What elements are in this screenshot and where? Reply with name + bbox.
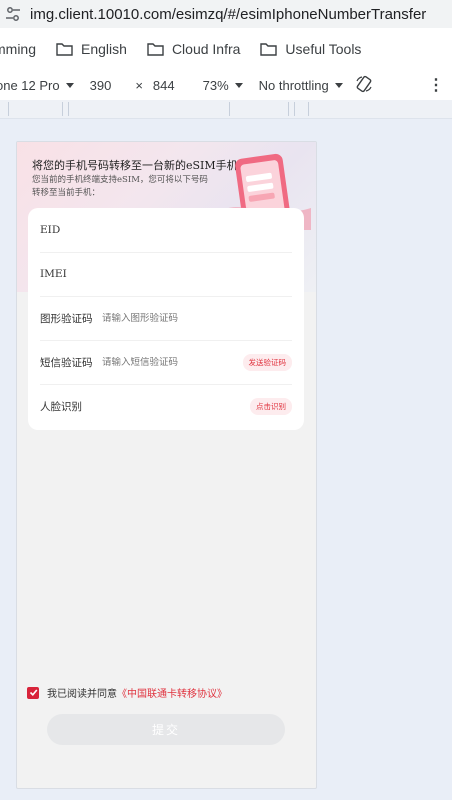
page-subtitle: 您当前的手机终端支持eSIM，您可将以下号码转移至当前手机： bbox=[32, 175, 208, 198]
folder-icon bbox=[260, 43, 278, 56]
send-code-button[interactable]: 发送验证码 bbox=[242, 353, 292, 371]
chevron-down-icon bbox=[334, 82, 343, 88]
face-row: 人脸识别 点击识别 bbox=[40, 384, 292, 428]
width-field[interactable]: 390 bbox=[90, 78, 112, 93]
zoom-select[interactable]: 73% bbox=[203, 78, 243, 93]
chevron-down-icon bbox=[234, 82, 243, 88]
submit-button[interactable]: 提交 bbox=[47, 714, 285, 745]
bookmark-english[interactable]: English bbox=[56, 41, 127, 57]
device-toolbar: one 12 Pro 390 × 844 73% No throttling ⋮ bbox=[0, 70, 452, 101]
check-icon bbox=[29, 689, 37, 696]
sms-code-input[interactable] bbox=[102, 356, 243, 368]
folder-icon bbox=[147, 43, 164, 56]
address-bar[interactable]: img.client.10010.com/esimzq/#/esimIphone… bbox=[0, 0, 452, 28]
height-field[interactable]: 844 bbox=[153, 78, 175, 93]
times-icon: × bbox=[135, 77, 143, 93]
captcha-row: 图形验证码 bbox=[40, 296, 292, 341]
face-recognition-button[interactable]: 点击识别 bbox=[250, 397, 292, 415]
site-settings-icon[interactable] bbox=[4, 5, 22, 23]
imei-row: IMEI bbox=[40, 252, 292, 297]
bookmark-label: Useful Tools bbox=[285, 41, 362, 57]
bookmark-label: Cloud Infra bbox=[171, 41, 241, 57]
face-label: 人脸识别 bbox=[40, 400, 82, 413]
imei-label: IMEI bbox=[40, 268, 67, 280]
throttle-select[interactable]: No throttling bbox=[259, 78, 343, 93]
bookmark-useful-tools[interactable]: Useful Tools bbox=[260, 41, 361, 57]
transfer-form-card: EID IMEI 图形验证码 短信验证码 发送验证码 人脸识别 点击识别 bbox=[28, 208, 304, 430]
url-text[interactable]: img.client.10010.com/esimzq/#/esimIphone… bbox=[30, 6, 426, 23]
page-title: 将您的手机号码转移至一台新的eSIM手机 bbox=[32, 159, 238, 172]
agreement-checkbox[interactable] bbox=[27, 686, 39, 699]
chevron-down-icon bbox=[65, 82, 74, 88]
media-query-ruler bbox=[0, 100, 452, 119]
agreement-text: 我已阅读并同意 bbox=[47, 689, 117, 700]
rotate-icon[interactable] bbox=[355, 75, 373, 96]
sms-row: 短信验证码 发送验证码 bbox=[40, 340, 292, 385]
agreement-link[interactable]: 《中国联通卡转移协议》 bbox=[117, 685, 227, 700]
bookmark-mming[interactable]: mming bbox=[0, 41, 36, 57]
bookmarks-bar: mming English Cloud Infra Useful Tools bbox=[0, 28, 452, 71]
throttle-value: No throttling bbox=[258, 77, 329, 93]
captcha-input[interactable] bbox=[102, 312, 292, 324]
emulated-viewport: 将您的手机号码转移至一台新的eSIM手机 您当前的手机终端支持eSIM，您可将以… bbox=[16, 141, 317, 789]
device-select[interactable]: one 12 Pro bbox=[0, 78, 74, 93]
bookmark-cloud-infra[interactable]: Cloud Infra bbox=[147, 41, 240, 57]
agreement: 我已阅读并同意 《中国联通卡转移协议》 bbox=[27, 685, 227, 700]
folder-icon bbox=[56, 43, 73, 56]
eid-row: EID bbox=[40, 208, 292, 253]
more-options-icon[interactable]: ⋮ bbox=[428, 75, 444, 95]
zoom-value: 73% bbox=[202, 77, 229, 93]
bookmark-label: English bbox=[81, 41, 127, 57]
captcha-label: 图形验证码 bbox=[40, 312, 93, 325]
bookmark-label: mming bbox=[0, 41, 37, 57]
eid-label: EID bbox=[40, 224, 61, 236]
sms-label: 短信验证码 bbox=[40, 356, 93, 369]
device-name: one 12 Pro bbox=[0, 77, 60, 93]
